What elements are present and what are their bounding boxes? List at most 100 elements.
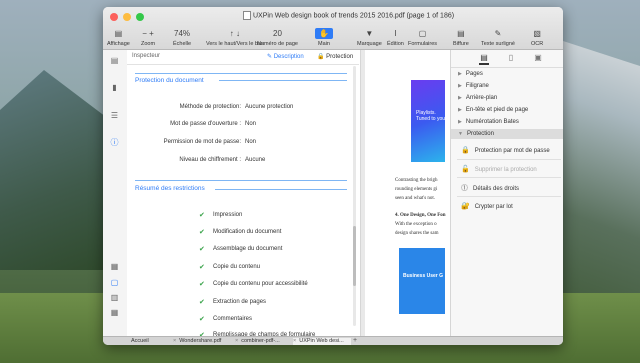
check-icon: ✔: [199, 212, 205, 219]
chevron-down-icon: ▼: [458, 131, 463, 137]
section-divider: [215, 189, 347, 190]
encryption-level-label: Niveau de chiffrement :: [179, 157, 241, 163]
toolbar-marquage[interactable]: ▼ Marquage: [357, 21, 382, 47]
protection-tab[interactable]: 🔒 Protection: [317, 53, 353, 60]
chevron-right-icon: ▶: [458, 83, 462, 89]
document-pane[interactable]: Playlists. Tuned to you Contrasting the …: [360, 50, 451, 336]
toolbar-page-number[interactable]: 20 Numéro de page: [257, 21, 298, 47]
rights-details-action[interactable]: ⓵ Détails des droits: [461, 183, 519, 193]
chevron-right-icon: ▶: [458, 107, 462, 113]
page-text-heading: 4. One Design, One Fon: [395, 213, 446, 218]
unlock-icon: 🔓: [461, 166, 470, 173]
inspector-scrollbar[interactable]: [353, 66, 356, 326]
minimize-button[interactable]: [123, 13, 131, 21]
toolbar-texte-surligne[interactable]: ✎ Texte surligné: [481, 21, 515, 47]
thumbnails-icon[interactable]: ▤: [110, 56, 119, 65]
toolbar-affichage[interactable]: ▤ Affichage: [107, 21, 130, 47]
page-text-line: seen and what's not.: [395, 196, 436, 201]
tree-item-entete-pied[interactable]: ▶ En-tête et pied de page: [458, 107, 528, 113]
titlebar: UXPin Web design book of trends 2015 201…: [103, 7, 563, 50]
toolbar-up-down[interactable]: ↑ ↓ Vers le haut/Vers le bas: [206, 21, 264, 47]
page-image-business: Business User G: [399, 248, 445, 314]
toolbar-ocr[interactable]: ▧ OCR: [531, 21, 543, 47]
tree-item-protection[interactable]: ▼ Protection: [458, 131, 494, 137]
tree-item-filigrane[interactable]: ▶ Filigrane: [458, 83, 489, 89]
scale-value: 74%: [174, 29, 191, 38]
section-protection-title: Protection du document: [135, 77, 204, 84]
lock-icon: 🔒: [317, 54, 327, 60]
tab-uxpin[interactable]: × UXPin Web desi...: [293, 338, 351, 345]
edit-icon: ✎: [267, 54, 274, 60]
form-icon: ▢: [418, 29, 427, 38]
zoom-icon: − +: [142, 29, 154, 38]
toolbar-echelle[interactable]: 74% Échelle: [173, 21, 191, 47]
toolbar-biffure[interactable]: ▤ Biffure: [453, 21, 469, 47]
close-tab-icon[interactable]: ×: [235, 338, 238, 344]
grid-view-icon[interactable]: ▦: [110, 262, 119, 271]
password-protection-action[interactable]: 🔒 Protection par mot de passe: [461, 146, 550, 154]
outline-list-icon[interactable]: ☰: [110, 111, 119, 120]
hand-icon: ✋: [315, 28, 333, 39]
open-password-label: Mot de passe d'ouverture :: [170, 121, 241, 127]
page-text-line: Contrasting the brigh: [395, 178, 438, 183]
scrollbar-thumb[interactable]: [353, 226, 356, 286]
bookmark-icon[interactable]: ▮: [110, 83, 119, 92]
info-icon: ⓵: [461, 185, 468, 192]
check-icon: ✔: [199, 229, 205, 236]
toolbar-formulaires[interactable]: ▢ Formulaires: [408, 21, 437, 47]
batch-encrypt-action[interactable]: 🔐 Crypter par lot: [461, 202, 513, 210]
check-icon: ✔: [199, 264, 205, 271]
check-icon: ✔: [199, 246, 205, 253]
document-tab-bar: Accueil × Wondershare.pdf × combiner-pdf-.…: [103, 336, 563, 345]
remove-protection-action[interactable]: 🔓 Supprimer la protection: [461, 165, 537, 173]
encryption-level-value: Aucune: [245, 157, 266, 163]
restriction-item: Extraction de pages: [213, 299, 267, 305]
highlight-icon: ✎: [494, 29, 502, 38]
protection-method-label: Méthode de protection:: [179, 104, 241, 110]
close-button[interactable]: [110, 13, 118, 21]
page-tools-icon[interactable]: ▤: [479, 53, 489, 65]
check-icon: ✔: [199, 316, 205, 323]
up-down-arrows-icon: ↑ ↓: [229, 29, 241, 38]
tree-item-arriere-plan[interactable]: ▶ Arrière-plan: [458, 95, 497, 101]
document-icon[interactable]: ▯: [506, 53, 516, 63]
tree-item-pages[interactable]: ▶ Pages: [458, 71, 483, 77]
section-restrictions-title: Résumé des restrictions: [135, 185, 205, 192]
page-text-line: rounding elements gi: [395, 187, 438, 192]
inspector-header: Inspecteur ✎ Description 🔒 Protection: [127, 50, 359, 65]
restriction-item: Copie du contenu pour accessibilité: [213, 281, 308, 287]
right-panel-tabs: ▤ ▯ ▣: [451, 50, 563, 68]
window-title: UXPin Web design book of trends 2015 201…: [243, 11, 454, 20]
divider: [457, 159, 561, 160]
check-icon: ✔: [199, 299, 205, 306]
description-tab[interactable]: ✎ Description: [267, 53, 304, 60]
permission-password-label: Permission de mot de passe:: [163, 139, 241, 145]
permission-password-value: Non: [245, 139, 257, 145]
divider: [457, 196, 561, 197]
tab-wondershare[interactable]: × Wondershare.pdf: [173, 338, 233, 345]
tab-combiner[interactable]: × combiner-pdf-...: [235, 338, 293, 345]
image-icon[interactable]: ▣: [533, 53, 543, 63]
check-icon: ✔: [199, 281, 205, 288]
left-rail: ▤ ▮ ☰ ⓘ ▦ ▢ ▥ ▦: [103, 50, 128, 336]
page-text-line: design shares the sam: [395, 231, 439, 236]
page-number-value: 20: [273, 29, 282, 38]
markup-icon: ▼: [365, 29, 374, 38]
toolbar-edition[interactable]: I Édition: [387, 21, 404, 47]
open-password-value: Non: [245, 121, 257, 127]
multi-page-icon[interactable]: ▦: [110, 308, 119, 317]
new-tab-button[interactable]: +: [353, 337, 357, 344]
two-page-icon[interactable]: ▥: [110, 293, 119, 302]
lock-icon: 🔒: [461, 147, 470, 154]
info-icon[interactable]: ⓘ: [110, 138, 119, 147]
encrypt-icon: 🔐: [461, 203, 470, 210]
tree-item-bates[interactable]: ▶ Numérotation Bates: [458, 119, 519, 125]
page-view-icon[interactable]: ▢: [110, 278, 119, 287]
close-tab-icon[interactable]: ×: [293, 338, 296, 344]
toolbar-zoom[interactable]: − + Zoom: [141, 21, 155, 47]
zoom-button[interactable]: [136, 13, 144, 21]
restriction-item: Modification du document: [213, 229, 282, 235]
right-panel: ▤ ▯ ▣ ▶ Pages ▶ Filigrane ▶ Arrière-plan ▶ E…: [450, 50, 563, 336]
toolbar-main[interactable]: ✋ Main: [315, 21, 333, 47]
close-tab-icon[interactable]: ×: [173, 338, 176, 344]
